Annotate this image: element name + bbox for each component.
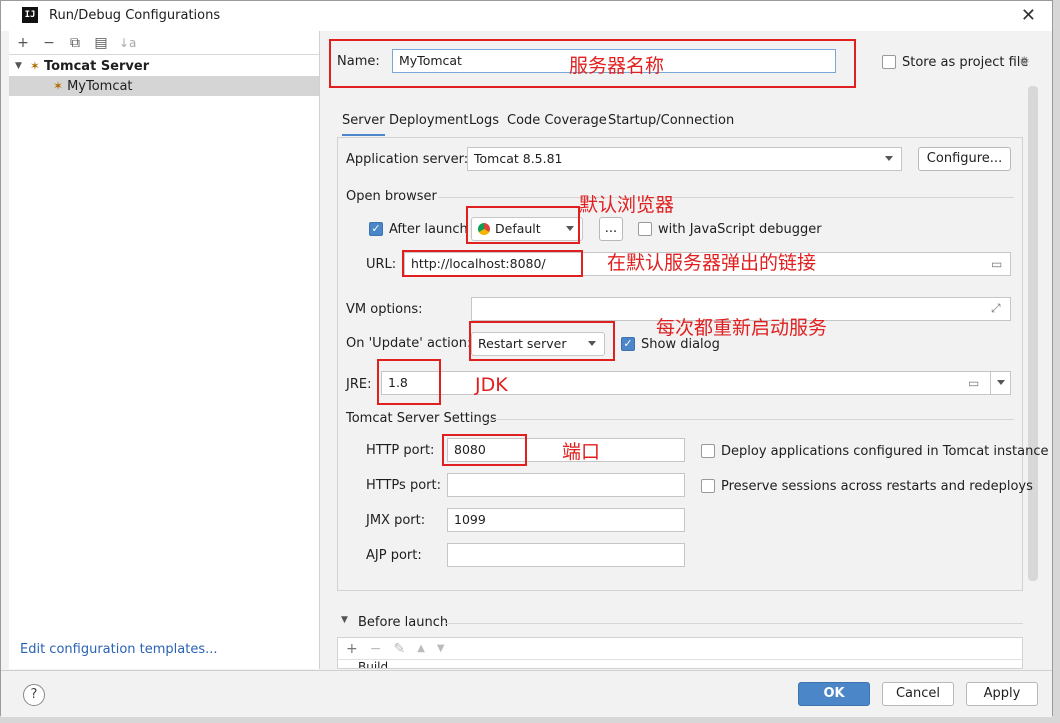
deploy-configured-label: Deploy applications configured in Tomcat…: [721, 444, 1049, 459]
app-server-select[interactable]: Tomcat 8.5.81: [467, 147, 902, 171]
folder-icon[interactable]: ▭: [991, 257, 1002, 271]
edit-templates-link[interactable]: Edit configuration templates...: [20, 642, 218, 657]
tomcat-icon: ✶: [53, 79, 64, 93]
section-divider: [438, 197, 1014, 198]
ajp-port-label: AJP port:: [366, 548, 422, 563]
jmx-port-label: JMX port:: [366, 513, 426, 528]
title-bar: IJ Run/Debug Configurations ✕: [1, 1, 1052, 31]
annotation-server-name: 服务器名称: [569, 55, 665, 77]
chevron-down-icon: [997, 380, 1005, 385]
remove-icon[interactable]: −: [370, 641, 382, 657]
run-debug-dialog: IJ Run/Debug Configurations ✕ + − ⧉ ▤ ↓a…: [0, 0, 1053, 717]
annotation-box-url: [402, 250, 583, 277]
js-debugger-label: with JavaScript debugger: [658, 222, 822, 237]
before-launch-list: + − ✎ ▲ ▼ Build: [337, 637, 1023, 669]
annotation-box-jre: [377, 359, 441, 405]
before-launch-item[interactable]: Build: [338, 660, 1022, 668]
jre-label: JRE:: [346, 377, 372, 392]
after-launch-label: After launch: [389, 222, 468, 237]
tomcat-settings-section: Tomcat Server Settings: [346, 411, 497, 426]
edit-icon[interactable]: ✎: [393, 641, 405, 657]
ajp-port-input[interactable]: [447, 543, 685, 567]
collapse-triangle-icon[interactable]: ▼: [341, 615, 348, 625]
tree-item-mytomcat[interactable]: ✶ MyTomcat: [9, 76, 319, 96]
app-server-value: Tomcat 8.5.81: [474, 151, 563, 166]
expand-triangle-icon[interactable]: ▼: [15, 61, 22, 71]
expand-icon[interactable]: ⤢: [991, 301, 1001, 316]
configure-button[interactable]: Configure...: [918, 147, 1011, 171]
tree-item-label: MyTomcat: [67, 78, 133, 94]
before-launch-toolbar: + − ✎ ▲ ▼: [338, 638, 1022, 660]
app-server-label: Application server:: [346, 152, 469, 167]
tree-group-tomcat[interactable]: ▼ ✶ Tomcat Server: [9, 56, 319, 76]
tab-server[interactable]: Server: [342, 113, 385, 136]
deploy-configured-checkbox[interactable]: [701, 444, 715, 458]
tab-code-coverage[interactable]: Code Coverage: [507, 113, 607, 128]
vm-options-label: VM options:: [346, 302, 423, 317]
https-port-label: HTTPs port:: [366, 478, 441, 493]
store-project-checkbox[interactable]: [882, 55, 896, 69]
tomcat-icon: ✶: [29, 59, 40, 73]
section-divider: [445, 623, 1023, 624]
preserve-sessions-label: Preserve sessions across restarts and re…: [721, 479, 1033, 494]
section-divider: [485, 419, 1014, 420]
jre-input[interactable]: 1.8: [381, 371, 991, 395]
apply-button[interactable]: Apply: [966, 682, 1038, 706]
update-action-label: On 'Update' action:: [346, 336, 472, 351]
move-up-icon[interactable]: ▲: [417, 643, 425, 654]
intellij-icon: IJ: [22, 7, 38, 23]
after-launch-checkbox[interactable]: ✓: [369, 222, 383, 236]
annotation-port: 端口: [562, 441, 601, 463]
configuration-tree-panel: + − ⧉ ▤ ↓a ▼ ✶ Tomcat Server ✶ MyTomcat …: [9, 31, 320, 669]
jmx-port-input[interactable]: 1099: [447, 508, 685, 532]
copy-icon[interactable]: ⧉: [67, 35, 83, 51]
sort-icon[interactable]: ↓a: [119, 36, 136, 50]
annotation-default-browser: 默认浏览器: [579, 194, 675, 216]
folder-icon[interactable]: ▭: [968, 376, 979, 390]
annotation-jdk: JDK: [475, 374, 508, 396]
remove-icon[interactable]: −: [41, 35, 57, 51]
gear-icon[interactable]: ⚙: [1019, 54, 1030, 68]
tree-toolbar: + − ⧉ ▤ ↓a: [9, 31, 319, 55]
chevron-down-icon: [885, 156, 893, 161]
annotation-box-browser: [466, 206, 580, 244]
annotation-box-http-port: [442, 434, 527, 466]
folder-icon[interactable]: ▤: [93, 35, 109, 51]
browse-button[interactable]: ...: [599, 217, 623, 241]
dialog-button-bar: ? OK Cancel Apply: [1, 670, 1052, 717]
before-launch-label: Before launch: [358, 615, 449, 630]
tab-startup-connection[interactable]: Startup/Connection: [608, 113, 734, 128]
url-label: URL:: [366, 257, 397, 272]
annotation-default-link: 在默认服务器弹出的链接: [607, 252, 817, 274]
tab-deployment[interactable]: Deployment: [389, 113, 469, 128]
preserve-sessions-checkbox[interactable]: [701, 479, 715, 493]
window-title: Run/Debug Configurations: [49, 8, 221, 23]
cancel-button[interactable]: Cancel: [882, 682, 954, 706]
move-down-icon[interactable]: ▼: [437, 643, 445, 654]
https-port-input[interactable]: [447, 473, 685, 497]
jre-dropdown-button[interactable]: [990, 371, 1011, 395]
show-dialog-checkbox[interactable]: ✓: [621, 337, 635, 351]
store-project-label: Store as project file: [902, 55, 1029, 70]
tree-group-label: Tomcat Server: [43, 58, 150, 74]
ok-button[interactable]: OK: [798, 682, 870, 706]
help-button[interactable]: ?: [23, 684, 45, 706]
open-browser-section: Open browser: [346, 189, 437, 204]
annotation-restart-each: 每次都重新启动服务: [656, 317, 828, 339]
http-port-label: HTTP port:: [366, 443, 435, 458]
annotation-box-update: [469, 321, 615, 361]
js-debugger-checkbox[interactable]: [638, 222, 652, 236]
tab-logs[interactable]: Logs: [469, 113, 499, 128]
add-icon[interactable]: +: [346, 641, 358, 657]
close-icon[interactable]: ✕: [1021, 5, 1036, 26]
scrollbar[interactable]: [1028, 86, 1038, 581]
add-icon[interactable]: +: [15, 35, 31, 51]
